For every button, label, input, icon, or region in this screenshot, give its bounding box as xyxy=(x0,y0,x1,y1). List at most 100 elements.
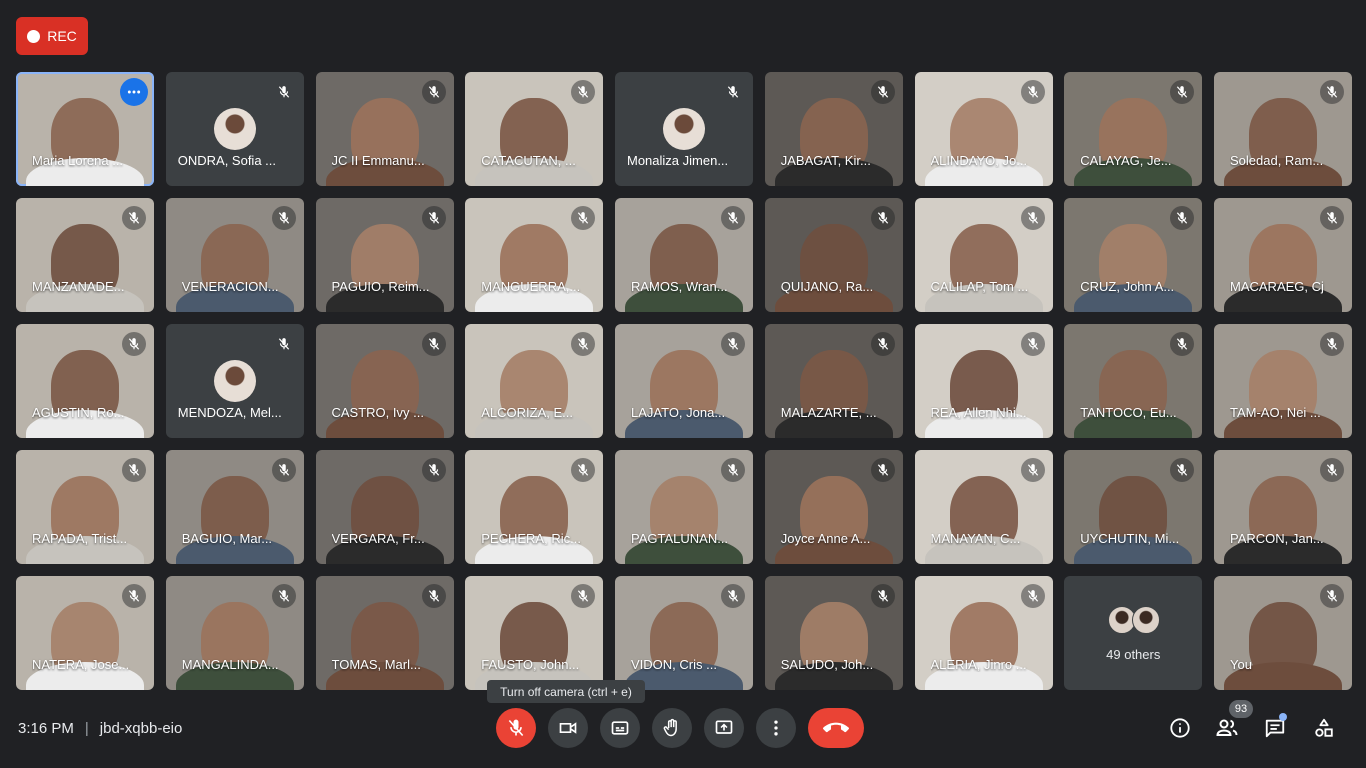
participant-tile[interactable]: JABAGAT, Kir... xyxy=(764,72,903,186)
activities-icon xyxy=(1315,718,1333,737)
participant-name: PAGUIO, Reim... xyxy=(331,279,430,294)
participant-tile[interactable]: Monaliza Jimen... xyxy=(615,72,753,186)
participant-tile[interactable]: TOMAS, Marl... xyxy=(315,576,454,690)
mic-off-icon xyxy=(122,458,146,482)
participant-tile[interactable]: PAGTALUNAN... xyxy=(615,450,753,564)
mic-off-icon xyxy=(870,458,895,482)
participant-tile[interactable]: VENERACION... xyxy=(165,198,304,312)
participant-tile[interactable]: Soledad, Ram... xyxy=(1214,72,1352,186)
participant-tile[interactable]: Joyce Anne A... xyxy=(764,450,903,564)
leave-call-button[interactable] xyxy=(808,708,864,748)
participant-tile[interactable]: Maria Lorena ... xyxy=(16,72,154,186)
more-options-button[interactable] xyxy=(756,708,796,748)
microphone-toggle-button[interactable] xyxy=(496,708,536,748)
others-tile[interactable]: 49 others xyxy=(1064,576,1203,690)
participant-name: QUIJANO, Ra... xyxy=(780,279,874,294)
mic-off-icon xyxy=(1170,458,1195,482)
participant-name: PECHERA, Ric... xyxy=(481,531,581,546)
participant-tile[interactable]: SALUDO, Joh... xyxy=(764,576,903,690)
record-dot-icon xyxy=(27,29,41,43)
mic-off-icon xyxy=(271,458,296,482)
participant-name: Maria Lorena ... xyxy=(32,153,124,168)
participant-name: Monaliza Jimen... xyxy=(627,153,729,168)
mic-off-icon xyxy=(571,584,596,608)
participant-name: VERGARA, Fr... xyxy=(331,531,425,546)
captions-icon xyxy=(611,721,629,735)
participant-name: MANAYAN, C... xyxy=(930,531,1021,546)
participant-tile[interactable]: MANAYAN, C... xyxy=(914,450,1053,564)
participant-name: VIDON, Cris ... xyxy=(631,657,717,672)
participant-name: Joyce Anne A... xyxy=(780,531,871,546)
mic-off-icon xyxy=(1320,458,1344,482)
participant-tile[interactable]: ALINDAYO, Jo... xyxy=(914,72,1053,186)
activities-button[interactable] xyxy=(1307,711,1341,745)
avatar xyxy=(1132,606,1161,634)
participant-tile[interactable]: NATERA, Jose... xyxy=(16,576,154,690)
participant-tile[interactable]: JC II Emmanu... xyxy=(315,72,454,186)
mic-off-icon xyxy=(1020,332,1045,356)
meeting-details-button[interactable] xyxy=(1163,711,1197,745)
participant-name: MALAZARTE, ... xyxy=(780,405,877,420)
camera-toggle-button[interactable] xyxy=(548,708,588,748)
participant-name: JABAGAT, Kir... xyxy=(780,153,871,168)
participant-tile[interactable]: ALERIA, Jinro ... xyxy=(914,576,1053,690)
participant-tile[interactable]: CALILAP, Tom ... xyxy=(914,198,1053,312)
participant-name: AGUSTIN, Ro... xyxy=(32,405,125,420)
participant-tile[interactable]: PECHERA, Ric... xyxy=(465,450,604,564)
participant-tile[interactable]: ALCORIZA, E... xyxy=(465,324,604,438)
participant-tile[interactable]: MENDOZA, Mel... xyxy=(165,324,304,438)
mic-off-icon xyxy=(1320,584,1344,608)
participant-tile[interactable]: AGUSTIN, Ro... xyxy=(16,324,154,438)
participant-name: MANZANADE... xyxy=(32,279,125,294)
participant-tile[interactable]: CATACUTAN, ... xyxy=(465,72,604,186)
participant-name: SALUDO, Joh... xyxy=(780,657,874,672)
participant-tile[interactable]: TANTOCO, Eu... xyxy=(1064,324,1203,438)
participant-name: You xyxy=(1230,657,1252,672)
mic-off-icon xyxy=(721,80,745,104)
participant-name: MENDOZA, Mel... xyxy=(177,405,282,420)
participant-tile[interactable]: PAGUIO, Reim... xyxy=(315,198,454,312)
mic-off-icon xyxy=(122,584,146,608)
meeting-code[interactable]: jbd-xqbb-eio xyxy=(100,720,183,737)
participant-tile[interactable]: REA, Allen Nhi... xyxy=(914,324,1053,438)
participant-tile[interactable]: You xyxy=(1214,576,1352,690)
participant-tile[interactable]: MACARAEG, Cj xyxy=(1214,198,1352,312)
participant-tile[interactable]: RAPADA, Trist... xyxy=(16,450,154,564)
camera-tooltip: Turn off camera (ctrl + e) xyxy=(487,680,645,703)
participant-options-button[interactable] xyxy=(120,78,148,106)
participant-tile[interactable]: PARCON, Jan... xyxy=(1214,450,1352,564)
recording-indicator[interactable]: REC xyxy=(16,17,88,55)
raise-hand-icon xyxy=(663,718,677,737)
recording-label: REC xyxy=(47,28,77,44)
participant-tile[interactable]: CRUZ, John A... xyxy=(1064,198,1203,312)
participant-name: PARCON, Jan... xyxy=(1230,531,1324,546)
participant-tile[interactable]: MANGUERRA,... xyxy=(465,198,604,312)
participant-tile[interactable]: RAMOS, Wran... xyxy=(615,198,753,312)
mic-off-icon xyxy=(421,206,446,230)
mic-off-icon xyxy=(1170,206,1195,230)
mic-off-icon xyxy=(421,458,446,482)
participant-tile[interactable]: CALAYAG, Je... xyxy=(1064,72,1203,186)
participant-tile[interactable]: LAJATO, Jona... xyxy=(615,324,753,438)
participant-tile[interactable]: CASTRO, Ivy ... xyxy=(315,324,454,438)
participant-tile[interactable]: TAM-AO, Nei ... xyxy=(1214,324,1352,438)
participant-tile[interactable]: MALAZARTE, ... xyxy=(764,324,903,438)
mic-off-icon xyxy=(1020,584,1045,608)
present-now-button[interactable] xyxy=(704,708,744,748)
participant-name: CATACUTAN, ... xyxy=(481,153,576,168)
participant-tile[interactable]: BAGUIO, Mar... xyxy=(165,450,304,564)
raise-hand-button[interactable] xyxy=(652,708,692,748)
participant-tile[interactable]: VERGARA, Fr... xyxy=(315,450,454,564)
participant-tile[interactable]: UYCHUTIN, Mi... xyxy=(1064,450,1203,564)
participant-tile[interactable]: VIDON, Cris ... xyxy=(615,576,753,690)
participant-tile[interactable]: FAUSTO, John... xyxy=(465,576,604,690)
participant-tile[interactable]: ONDRA, Sofia ... xyxy=(165,72,304,186)
participant-tile[interactable]: QUIJANO, Ra... xyxy=(764,198,903,312)
mic-off-icon xyxy=(1170,80,1195,104)
captions-button[interactable] xyxy=(600,708,640,748)
participant-tile[interactable]: MANZANADE... xyxy=(16,198,154,312)
mic-off-icon xyxy=(721,458,745,482)
present-icon xyxy=(715,720,733,734)
meeting-time: 3:16 PM xyxy=(18,719,74,737)
participant-tile[interactable]: MANGALINDA... xyxy=(165,576,304,690)
